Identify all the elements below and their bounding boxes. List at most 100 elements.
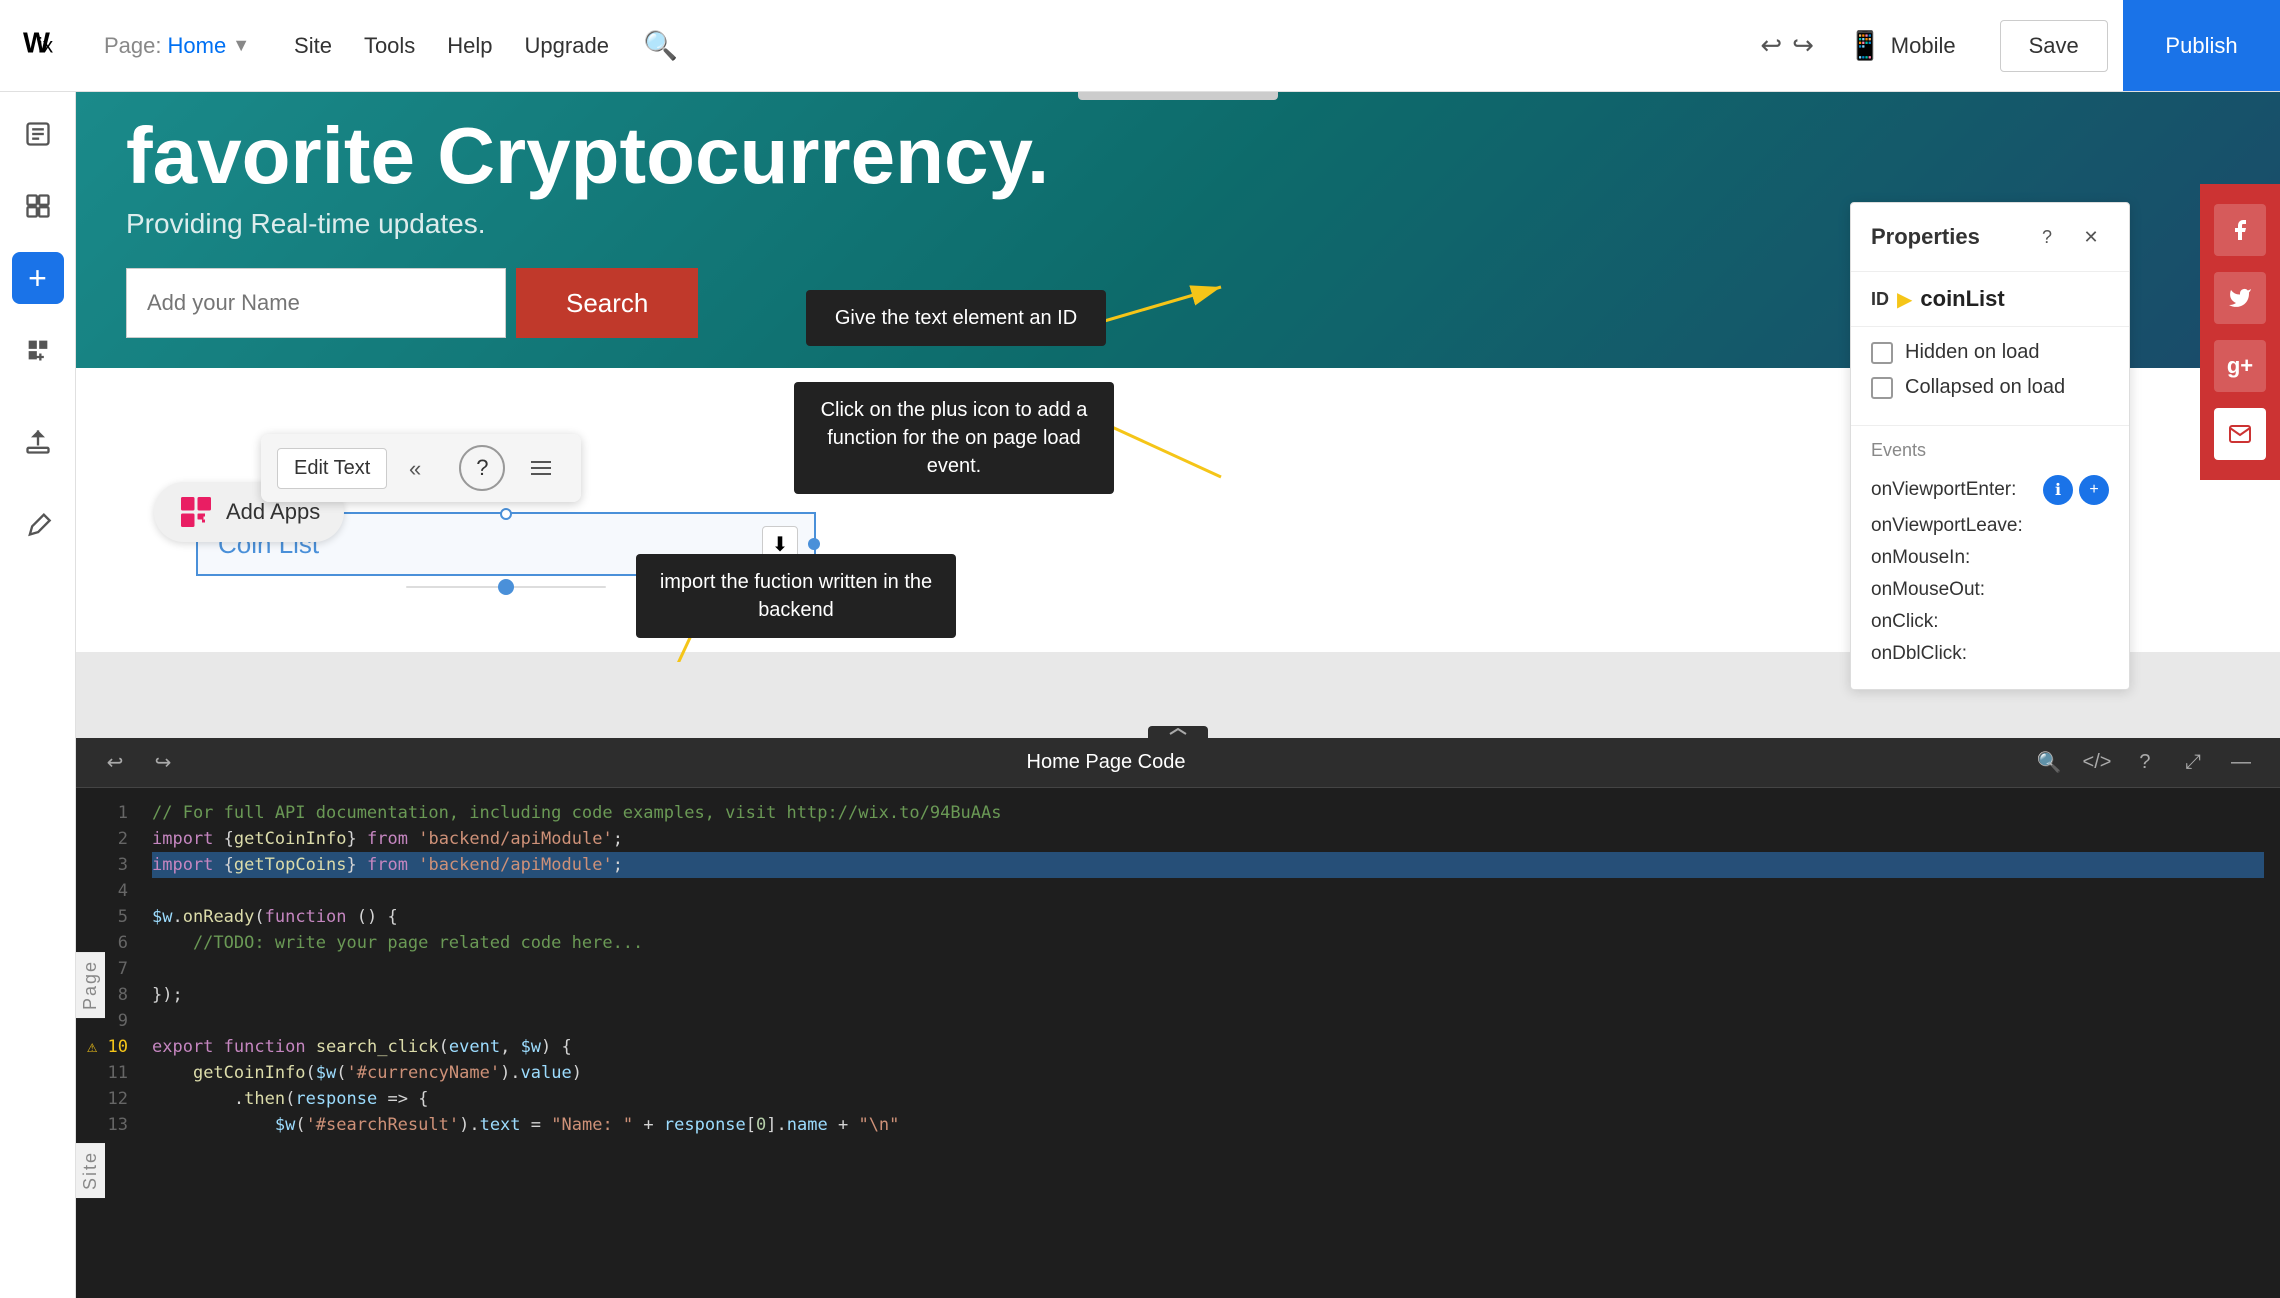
hero-title: favorite Cryptocurrency.	[126, 112, 2230, 200]
id-value[interactable]: coinList	[1920, 286, 2004, 312]
help-button[interactable]: ?	[459, 445, 505, 491]
chevron-down-icon: ▼	[232, 35, 250, 56]
name-input[interactable]	[126, 268, 506, 338]
properties-help-button[interactable]: ?	[2029, 219, 2065, 255]
email-icon[interactable]	[2214, 408, 2266, 460]
events-title: Events	[1871, 440, 2109, 461]
mobile-label: Mobile	[1891, 33, 1956, 59]
properties-header-icons: ? ✕	[2029, 219, 2109, 255]
code-editor-title: Home Page Code	[1027, 751, 1186, 774]
topbar-search-icon[interactable]: 🔍	[643, 29, 678, 62]
page-name: Home	[168, 33, 227, 59]
sidebar-add-icon[interactable]: +	[12, 252, 64, 304]
sidebar-upload-icon[interactable]	[12, 416, 64, 468]
toolbar-popup: Edit Text « ?	[261, 434, 581, 502]
line-num-4: 4	[84, 878, 128, 904]
event-mouse-out-label: onMouseOut:	[1871, 579, 1985, 601]
search-button[interactable]: Search	[516, 268, 698, 338]
sidebar-pages-icon[interactable]	[12, 108, 64, 160]
import-tooltip: import the fuction written in the backen…	[636, 554, 956, 638]
event-viewport-leave-label: onViewportLeave:	[1871, 515, 2023, 537]
edit-text-button[interactable]: Edit Text	[277, 448, 387, 489]
properties-close-button[interactable]: ✕	[2073, 219, 2109, 255]
code-line-1: // For full API documentation, including…	[152, 800, 2264, 826]
code-expand-button[interactable]: ⤢	[2174, 744, 2212, 782]
sidebar-add-apps-icon[interactable]	[12, 324, 64, 376]
redo-button[interactable]: ↪	[1792, 30, 1814, 61]
publish-button[interactable]: Publish	[2123, 0, 2280, 91]
code-search-button[interactable]: 🔍	[2030, 744, 2068, 782]
social-sidebar: g+	[2200, 184, 2280, 480]
code-line-9	[152, 1008, 2264, 1034]
event-viewport-enter: onViewportEnter: ℹ +	[1871, 475, 2109, 505]
event-mouse-in-label: onMouseIn:	[1871, 547, 1970, 569]
code-line-3: import {getTopCoins} from 'backend/apiMo…	[152, 852, 2264, 878]
event-mouse-in: onMouseIn:	[1871, 547, 2109, 569]
nav-site[interactable]: Site	[294, 33, 332, 59]
topbar: W ix Page: Home ▼ Site Tools Help Upgrad…	[0, 0, 2280, 92]
add-apps-label: Add Apps	[226, 499, 320, 525]
undo-button[interactable]: ↩	[1760, 30, 1782, 61]
line-num-2: 2	[84, 826, 128, 852]
sidebar-pen-icon[interactable]	[12, 498, 64, 550]
code-editor-icons-left: ↩ ↪	[96, 744, 182, 782]
code-editor-icons-right: 🔍 </> ? ⤢ —	[2030, 744, 2260, 782]
line-num-10: ⚠ 10	[84, 1034, 128, 1060]
event-viewport-leave: onViewportLeave:	[1871, 515, 2109, 537]
code-line-12: .then(response => {	[152, 1086, 2264, 1112]
code-line-5: $w.onReady(function () {	[152, 904, 2264, 930]
event-click-label: onClick:	[1871, 611, 1939, 633]
facebook-icon[interactable]	[2214, 204, 2266, 256]
add-apps-grid-icon	[178, 494, 214, 530]
properties-header: Properties ? ✕	[1851, 203, 2129, 272]
save-button[interactable]: Save	[2000, 20, 2108, 72]
page-side-label: Page	[76, 952, 105, 1018]
page-label: Page:	[104, 33, 162, 59]
event-click: onClick:	[1871, 611, 2109, 633]
menu-button[interactable]	[517, 444, 565, 492]
code-help-button[interactable]: ?	[2126, 744, 2164, 782]
line-num-13: 13	[84, 1112, 128, 1138]
mobile-toggle[interactable]: 📱 Mobile	[1848, 29, 1956, 62]
properties-events: Events onViewportEnter: ℹ + onViewportLe…	[1851, 426, 2129, 689]
canvas-area[interactable]: favorite Cryptocurrency. Providing Real-…	[76, 92, 2280, 1298]
hidden-on-load-label: Hidden on load	[1905, 341, 2040, 364]
code-snippet-button[interactable]: </>	[2078, 744, 2116, 782]
line-num-11: 11	[84, 1060, 128, 1086]
collapsed-on-load-checkbox[interactable]	[1871, 377, 1893, 399]
code-minimize-button[interactable]: —	[2222, 744, 2260, 782]
svg-text:ix: ix	[38, 35, 54, 58]
code-undo-button[interactable]: ↩	[96, 744, 134, 782]
google-plus-icon[interactable]: g+	[2214, 340, 2266, 392]
twitter-icon[interactable]	[2214, 272, 2266, 324]
nav-help[interactable]: Help	[447, 33, 492, 59]
left-sidebar: +	[0, 92, 76, 1298]
code-line-13: $w('#searchResult').text = "Name: " + re…	[152, 1112, 2264, 1138]
properties-panel: Properties ? ✕ ID ▶ coinList Hidden on l…	[1850, 202, 2130, 690]
resize-handle-top[interactable]	[500, 508, 512, 520]
code-redo-button[interactable]: ↪	[144, 744, 182, 782]
hidden-on-load-checkbox[interactable]	[1871, 342, 1893, 364]
canvas-handle	[1078, 92, 1278, 100]
mobile-icon: 📱	[1848, 29, 1883, 62]
nav-tools[interactable]: Tools	[364, 33, 415, 59]
code-editor-header: ↩ ↪ Home Page Code 🔍 </> ? ⤢ —	[76, 738, 2280, 788]
event-add-button[interactable]: +	[2079, 475, 2109, 505]
event-info-button[interactable]: ℹ	[2043, 475, 2073, 505]
line-numbers: 1 2 3 4 5 6 7 8 9 ⚠ 10 11 12 13	[76, 788, 136, 1298]
resize-handle-right[interactable]	[808, 538, 820, 550]
coin-list-slider[interactable]	[406, 586, 606, 588]
nav-upgrade[interactable]: Upgrade	[525, 33, 609, 59]
line-num-12: 12	[84, 1086, 128, 1112]
page-selector[interactable]: Page: Home ▼	[104, 33, 250, 59]
svg-text:«: «	[409, 456, 421, 480]
back-code-button[interactable]: «	[399, 444, 447, 492]
id-icon: ID	[1871, 289, 1889, 310]
code-editor-collapse-handle[interactable]	[1148, 726, 1208, 738]
sidebar-elements-icon[interactable]	[12, 180, 64, 232]
code-content[interactable]: // For full API documentation, including…	[136, 788, 2280, 1298]
code-editor-body: 1 2 3 4 5 6 7 8 9 ⚠ 10 11 12 13 // For f…	[76, 788, 2280, 1298]
collapsed-on-load-row: Collapsed on load	[1871, 376, 2109, 399]
code-line-8: });	[152, 982, 2264, 1008]
code-line-4	[152, 878, 2264, 904]
